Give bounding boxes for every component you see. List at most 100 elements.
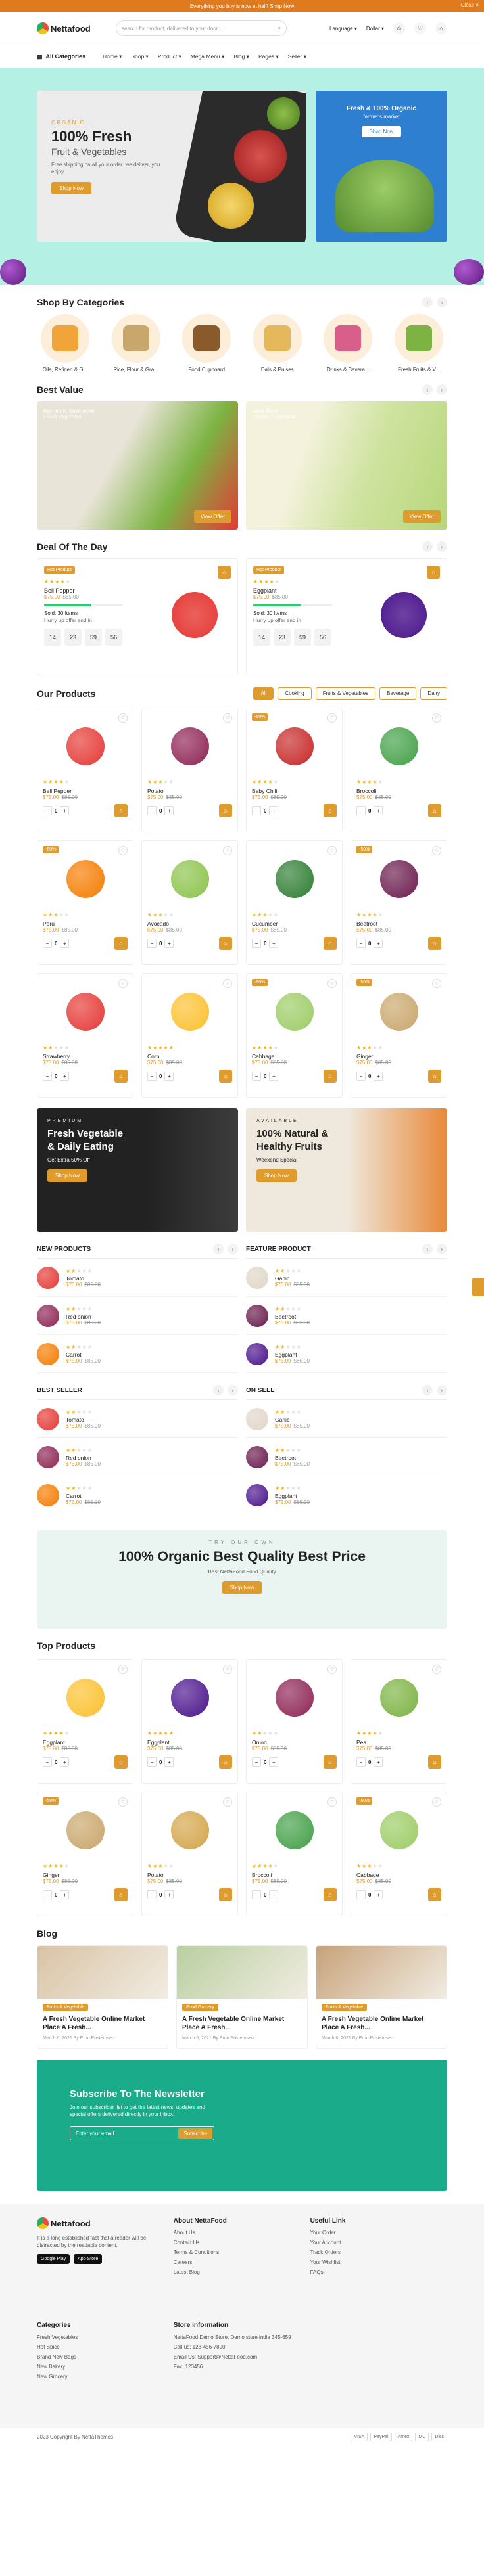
heart-icon[interactable]: ♡ <box>223 846 232 855</box>
nav-product[interactable]: Product ▾ <box>158 53 182 60</box>
footer-link[interactable]: Hot Spice <box>37 2344 174 2350</box>
plus-icon[interactable]: + <box>164 939 174 948</box>
category-item[interactable]: Rice, Flour & Gra... <box>108 314 164 373</box>
plus-icon[interactable]: + <box>269 939 279 948</box>
minus-icon[interactable]: − <box>43 806 52 815</box>
nav-blog[interactable]: Blog ▾ <box>233 53 249 60</box>
list-item[interactable]: ★★★★★ Tomato $75.00 $85.00 <box>37 1400 238 1438</box>
product-card[interactable]: -50% ♡ ★★★★★ Ginger $75.00 $85.00 −0 + ⌂ <box>351 973 447 1098</box>
cart-icon[interactable]: ⌂ <box>324 937 337 950</box>
next-arrow-icon[interactable]: › <box>437 297 447 307</box>
blog-title[interactable]: A Fresh Vegetable Online Market Place A … <box>322 2015 441 2032</box>
user-icon[interactable]: ☺ <box>393 22 405 34</box>
plus-icon[interactable]: + <box>374 1757 383 1767</box>
footer-link[interactable]: Terms & Conditions <box>174 2249 310 2255</box>
minus-icon[interactable]: − <box>356 806 366 815</box>
cart-icon[interactable]: ⌂ <box>114 937 128 950</box>
tab-fruits-vegetables[interactable]: Fruits & Vegetables <box>315 687 376 700</box>
cart-icon[interactable]: ⌂ <box>427 566 440 579</box>
view-offer-button[interactable]: View Offer <box>193 510 231 523</box>
minus-icon[interactable]: − <box>356 1757 366 1767</box>
list-item[interactable]: ★★★★★ Tomato $75.00 $85.00 <box>37 1259 238 1297</box>
next-arrow-icon[interactable]: › <box>437 384 447 395</box>
heart-icon[interactable]: ♡ <box>327 846 337 855</box>
nav-shop[interactable]: Shop ▾ <box>131 53 149 60</box>
cart-icon[interactable]: ⌂ <box>324 1070 337 1083</box>
tab-dairy[interactable]: Dairy <box>420 687 447 700</box>
blog-card[interactable]: Fruits & Vegetable A Fresh Vegetable Onli… <box>316 1945 447 2049</box>
plus-icon[interactable]: + <box>374 1072 383 1081</box>
cart-icon[interactable]: ⌂ <box>324 804 337 817</box>
hero-shop-button[interactable]: Shop Now <box>51 182 91 195</box>
announcement-shop-link[interactable]: Shop Now <box>270 3 294 9</box>
heart-icon[interactable]: ♡ <box>223 1665 232 1674</box>
list-item[interactable]: ★★★★★ Red onion $75.00 $85.00 <box>37 1297 238 1335</box>
nav-seller[interactable]: Seller ▾ <box>288 53 306 60</box>
plus-icon[interactable]: + <box>374 806 383 815</box>
email-field[interactable]: Enter your email <box>76 2131 114 2136</box>
list-item[interactable]: ★★★★★ Beetroot $75.00 $85.00 <box>246 1438 447 1476</box>
cart-icon[interactable]: ⌂ <box>219 1888 232 1901</box>
cart-icon[interactable]: ⌂ <box>324 1755 337 1769</box>
prev-arrow-icon[interactable]: ‹ <box>422 541 433 552</box>
category-item[interactable]: Food Cupboard <box>178 314 235 373</box>
wishlist-icon[interactable]: ♡ <box>414 22 426 34</box>
footer-link[interactable]: New Grocery <box>37 2374 174 2380</box>
category-item[interactable]: Fresh Fruits & V... <box>391 314 447 373</box>
heart-icon[interactable]: ♡ <box>432 979 441 988</box>
heart-icon[interactable]: ♡ <box>118 713 128 723</box>
nav-home[interactable]: Home ▾ <box>103 53 122 60</box>
minus-icon[interactable]: − <box>43 1757 52 1767</box>
product-card[interactable]: ♡ ★★★★★ Eggplant $75.00 $85.00 −0 + ⌂ <box>37 1659 133 1784</box>
cart-icon[interactable]: ⌂ <box>435 22 447 34</box>
plus-icon[interactable]: + <box>60 806 70 815</box>
app-store-button[interactable]: App Store <box>74 2254 103 2265</box>
footer-link[interactable]: New Bakery <box>37 2364 174 2370</box>
heart-icon[interactable]: ♡ <box>223 713 232 723</box>
minus-icon[interactable]: − <box>252 1072 261 1081</box>
search-input[interactable]: search for product, delivered to your do… <box>116 20 287 36</box>
plus-icon[interactable]: + <box>269 1072 279 1081</box>
plus-icon[interactable]: + <box>164 1072 174 1081</box>
product-card[interactable]: -50% ♡ ★★★★★ Peru $75.00 $85.00 −0 + ⌂ <box>37 840 133 965</box>
tab-beverage[interactable]: Beverage <box>379 687 417 700</box>
footer-link[interactable]: Latest Blog <box>174 2269 310 2275</box>
currency-select[interactable]: Dollar ▾ <box>366 26 384 32</box>
product-card[interactable]: ♡ ★★★★★ Strawberry $75.00 $85.00 −0 + ⌂ <box>37 973 133 1098</box>
plus-icon[interactable]: + <box>60 1890 70 1899</box>
tab-all[interactable]: All <box>253 687 274 700</box>
plus-icon[interactable]: + <box>374 1890 383 1899</box>
next-arrow-icon[interactable]: › <box>228 1385 238 1395</box>
category-item[interactable]: Dals & Pulses <box>249 314 306 373</box>
cart-icon[interactable]: ⌂ <box>219 937 232 950</box>
list-item[interactable]: ★★★★★ Carrot $75.00 $85.00 <box>37 1335 238 1373</box>
tab-cooking[interactable]: Cooking <box>278 687 312 700</box>
product-card[interactable]: ♡ ★★★★★ Eggplant $75.00 $85.00 −0 + ⌂ <box>141 1659 238 1784</box>
product-card[interactable]: ♡ ★★★★★ Bell Pepper $75.00 $85.00 −0 + ⌂ <box>37 708 133 832</box>
hero-side-shop-button[interactable]: Shop Now <box>361 126 402 137</box>
footer-link[interactable]: Fresh Vegetables <box>37 2334 174 2340</box>
heart-icon[interactable]: ♡ <box>118 979 128 988</box>
product-card[interactable]: -50% ♡ ★★★★★ Ginger $75.00 $85.00 −0 + ⌂ <box>37 1792 133 1916</box>
chat-tab-icon[interactable] <box>472 1278 484 1296</box>
cart-icon[interactable]: ⌂ <box>114 1888 128 1901</box>
list-item[interactable]: ★★★★★ Beetroot $75.00 $85.00 <box>246 1297 447 1335</box>
cart-icon[interactable]: ⌂ <box>428 1070 441 1083</box>
heart-icon[interactable]: ♡ <box>327 713 337 723</box>
minus-icon[interactable]: − <box>252 806 261 815</box>
cart-icon[interactable]: ⌂ <box>219 804 232 817</box>
heart-icon[interactable]: ♡ <box>118 1665 128 1674</box>
cart-icon[interactable]: ⌂ <box>114 1755 128 1769</box>
banner-shop-button[interactable]: Shop Now <box>222 1581 262 1594</box>
footer-link[interactable]: Your Order <box>310 2230 447 2236</box>
product-card[interactable]: ♡ ★★★★★ Cucumber $75.00 $85.00 −0 + ⌂ <box>246 840 343 965</box>
heart-icon[interactable]: ♡ <box>432 713 441 723</box>
product-card[interactable]: -50% ♡ ★★★★★ Cabbage $75.00 $85.00 −0 + ⌂ <box>351 1792 447 1916</box>
promo-shop-button[interactable]: Shop Now <box>256 1169 297 1182</box>
heart-icon[interactable]: ♡ <box>432 1665 441 1674</box>
minus-icon[interactable]: − <box>147 1890 157 1899</box>
cart-icon[interactable]: ⌂ <box>428 804 441 817</box>
plus-icon[interactable]: + <box>164 1757 174 1767</box>
promo-shop-button[interactable]: Shop Now <box>47 1169 87 1182</box>
minus-icon[interactable]: − <box>252 939 261 948</box>
